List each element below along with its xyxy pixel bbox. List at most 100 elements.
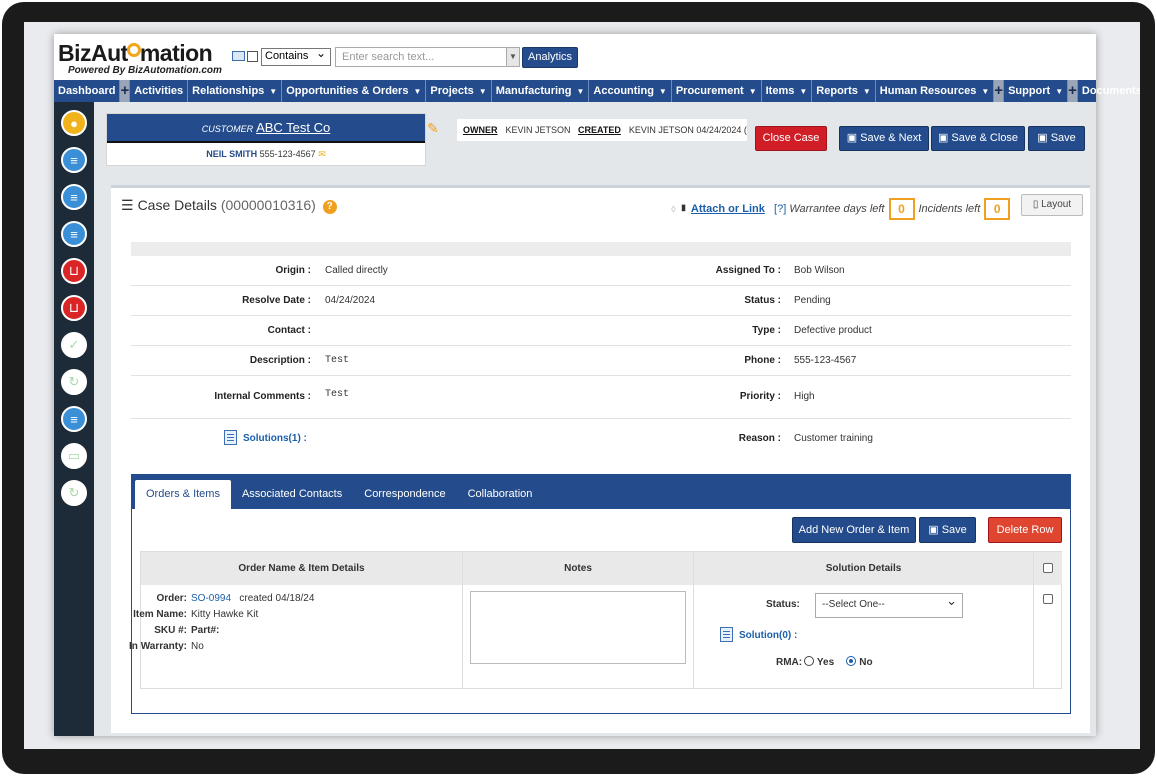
status-value: Pending [794, 295, 831, 306]
logo: BizAut mation [58, 40, 213, 66]
rma-radios: RMA: Yes No [776, 656, 873, 668]
solutions-link[interactable]: Solutions(1) : [224, 430, 307, 445]
tab-correspondence[interactable]: Correspondence [353, 480, 456, 509]
save-button[interactable]: ▣ Save [1028, 126, 1085, 151]
nav-opportunities[interactable]: Opportunities & Orders ▼ [282, 80, 427, 102]
layout-icon: ▯ [1032, 199, 1039, 210]
mail-icon: ✉ [318, 149, 326, 159]
nav-support[interactable]: Support ▼ [1004, 80, 1069, 102]
origin-value: Called directly [325, 265, 388, 276]
screen: BizAut mation Powered By BizAutomation.co… [24, 22, 1140, 749]
row-checkbox[interactable] [1043, 594, 1053, 604]
incidents-count: 0 [984, 198, 1011, 220]
col-header-notes: Notes [463, 552, 694, 585]
assigned-value: Bob Wilson [794, 265, 845, 276]
add-order-item-button[interactable]: Add New Order & Item [792, 517, 916, 543]
database-icon[interactable]: ≡ [61, 221, 87, 247]
delete-row-button[interactable]: Delete Row [988, 517, 1062, 543]
caret-down-icon: ▼ [981, 87, 990, 96]
envelope-icon[interactable] [232, 51, 245, 61]
tab-associated-contacts[interactable]: Associated Contacts [231, 480, 353, 509]
tab-bar: Orders & Items Associated Contacts Corre… [132, 475, 1070, 509]
solution-cell: Status: --Select One-- Solution(0) : RMA… [694, 585, 1034, 689]
resolve-date-value: 04/24/2024 [325, 295, 376, 306]
tab-collaboration[interactable]: Collaboration [457, 480, 544, 509]
nav-procurement[interactable]: Procurement ▼ [672, 80, 762, 102]
database-icon[interactable]: ≡ [61, 147, 87, 173]
top-bar: BizAut mation Powered By BizAutomation.co… [54, 34, 1096, 80]
refresh-icon[interactable]: ↻ [61, 369, 87, 395]
tab-save-button[interactable]: ▣ Save [919, 517, 976, 543]
check-icon[interactable]: ✓ [61, 332, 87, 358]
customer-contact: NEIL SMITH 555-123-4567 ✉ [206, 149, 326, 159]
search-filter-select[interactable]: Contains [261, 46, 331, 66]
warranty-value: No [191, 641, 204, 652]
caret-down-icon: ▼ [862, 87, 871, 96]
customer-header: CUSTOMER ABC Test Co [107, 114, 425, 143]
document-icon [224, 430, 237, 445]
customer-name-link[interactable]: ABC Test Co [256, 120, 330, 135]
nav-items[interactable]: Items ▼ [762, 80, 813, 102]
save-next-button[interactable]: ▣ Save & Next [839, 126, 929, 151]
notes-cell [463, 585, 694, 689]
caret-down-icon: ▼ [413, 87, 422, 96]
caret-down-icon: ▼ [478, 87, 487, 96]
field-row: Origin : Called directly Assigned To : B… [131, 256, 1071, 286]
tab-orders-items[interactable]: Orders & Items [135, 480, 231, 509]
caret-down-icon: ▼ [799, 87, 808, 96]
field-row: Resolve Date : 04/24/2024 Status : Pendi… [131, 286, 1071, 316]
save-icon: ▣ [1037, 132, 1048, 144]
caret-down-icon: ▼ [1055, 87, 1064, 96]
menu-icon: ☰ [121, 197, 134, 213]
save-icon: ▣ [937, 132, 949, 144]
nav-human-resources[interactable]: Human Resources ▼ [876, 80, 995, 102]
order-link[interactable]: SO-0994 [191, 593, 231, 604]
calendar-icon[interactable]: ▭ [61, 443, 87, 469]
nav-accounting[interactable]: Accounting ▼ [589, 80, 672, 102]
reason-value: Customer training [794, 433, 873, 444]
database-icon[interactable]: ≡ [61, 184, 87, 210]
analytics-button[interactable]: Analytics [522, 47, 579, 68]
nav-reports[interactable]: Reports ▼ [812, 80, 876, 102]
warrantee-count: 0 [888, 198, 915, 220]
nav-projects[interactable]: Projects ▼ [426, 80, 492, 102]
search-checkbox[interactable] [247, 51, 258, 62]
attach-link[interactable]: Attach or Link [691, 203, 765, 215]
cart-icon[interactable]: ⊔ [61, 258, 87, 284]
owner-info: OWNER KEVIN JETSON CREATED KEVIN JETSON 04… [457, 119, 747, 141]
search-input[interactable]: Enter search text... ▼ [335, 47, 520, 67]
select-all-checkbox[interactable] [1043, 563, 1053, 573]
bell-icon[interactable]: ● [61, 110, 87, 136]
edit-icon[interactable]: ✎ [427, 120, 439, 137]
status-select[interactable]: --Select One-- [815, 593, 963, 618]
plus-icon[interactable]: + [1068, 80, 1078, 102]
plus-icon[interactable]: + [120, 80, 131, 102]
save-close-button[interactable]: ▣ Save & Close [931, 126, 1025, 151]
nav-manufacturing[interactable]: Manufacturing ▼ [492, 80, 590, 102]
nav-documents[interactable]: Documents▼ [1078, 80, 1140, 102]
close-case-button[interactable]: Close Case [755, 126, 827, 151]
rma-yes-radio[interactable] [804, 656, 815, 666]
plus-icon[interactable]: + [994, 80, 1005, 102]
case-details-panel: ☰ Case Details (00000010316) ? ⬨ ▮ Attach… [111, 185, 1090, 733]
caret-down-icon: ▼ [658, 87, 667, 96]
notes-textarea[interactable] [470, 591, 686, 664]
caret-down-icon: ▼ [748, 87, 757, 96]
save-icon: ▣ [928, 524, 939, 536]
tag-icon: ⬨ [671, 202, 676, 215]
search-dropdown-icon[interactable]: ▼ [506, 48, 519, 66]
nav-dashboard[interactable]: Dashboard [54, 80, 121, 102]
database-icon[interactable]: ≡ [61, 406, 87, 432]
field-row: Internal Comments : Test Priority : High [131, 376, 1071, 419]
layout-button[interactable]: ▯ Layout [1021, 194, 1083, 216]
attach-area: ⬨ ▮ Attach or Link [?] Warrantee days le… [671, 198, 1014, 220]
cart-icon[interactable]: ⊔ [61, 295, 87, 321]
type-value: Defective product [794, 325, 872, 336]
nav-activities[interactable]: Activities [130, 80, 189, 102]
refresh-icon[interactable]: ↻ [61, 480, 87, 506]
solution-link[interactable]: Solution(0) : [720, 627, 797, 644]
tabs-container: Orders & Items Associated Contacts Corre… [129, 474, 1071, 714]
nav-relationships[interactable]: Relationships ▼ [188, 80, 283, 102]
rma-no-radio[interactable] [846, 656, 857, 666]
order-cell: Order: SO-0994 created 04/18/24 Item Name… [129, 585, 463, 689]
